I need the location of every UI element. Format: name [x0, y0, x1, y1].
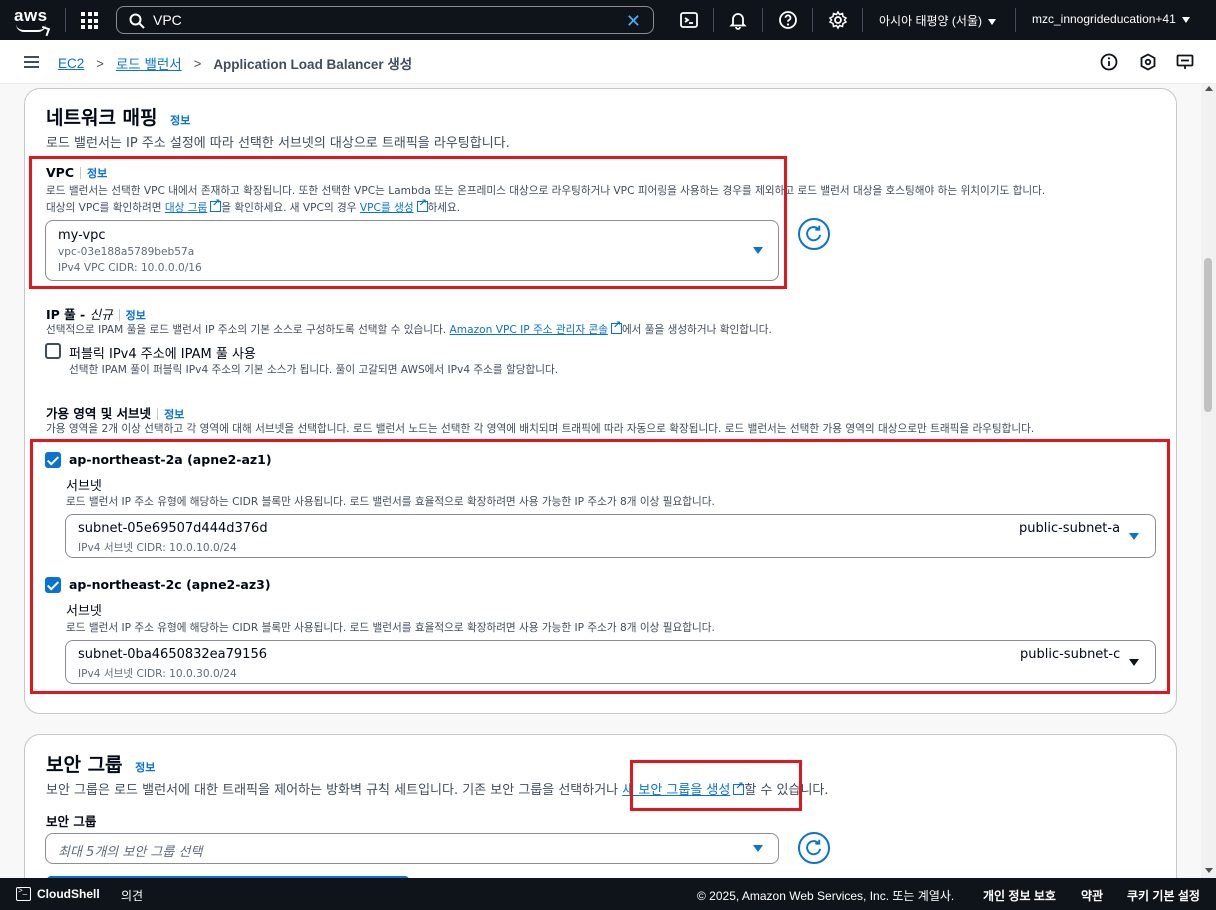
breadcrumb-load-balancers[interactable]: 로드 밸런서 — [116, 53, 182, 73]
scrollbar-track[interactable] — [1201, 84, 1216, 878]
az-info-link[interactable]: 정보 — [164, 408, 184, 421]
menu-hamburger-icon[interactable] — [24, 56, 39, 68]
notifications-bell-icon[interactable] — [728, 10, 748, 30]
nav-divider — [862, 8, 863, 32]
az-subnet-label: 가용 영역 및 서브넷 정보 — [46, 406, 185, 421]
ipam-pool-checkbox-desc: 선택한 IPAM 풀이 퍼블릭 IPv4 주소의 기본 소스가 됩니다. 풀이 … — [69, 364, 559, 376]
chevron-right-icon: > — [193, 55, 202, 71]
scroll-down-arrow-icon[interactable] — [1205, 868, 1213, 873]
privacy-link[interactable]: 개인 정보 보호 — [983, 887, 1056, 904]
account-label: mzc_innogrideducation+41 — [1032, 12, 1176, 26]
cookie-preferences-link[interactable]: 쿠키 기본 설정 — [1127, 887, 1200, 904]
region-label: 아시아 태평양 (서울) — [879, 14, 982, 28]
feedback-screen-icon[interactable] — [1176, 53, 1194, 71]
security-group-heading: 보안 그룹 정보 — [46, 750, 155, 777]
ip-pool-info-link[interactable]: 정보 — [126, 309, 146, 322]
security-group-label: 보안 그룹 — [46, 814, 97, 829]
external-link-icon — [610, 320, 622, 334]
notifications-hexagon-icon[interactable] — [1139, 53, 1157, 71]
ipam-pool-checkbox[interactable] — [45, 343, 61, 359]
breadcrumb-bar: EC2 > 로드 밸런서 > Application Load Balancer… — [0, 40, 1216, 84]
section-title: 네트워크 매핑 — [46, 107, 158, 129]
cloudshell-link[interactable]: CloudShell — [37, 887, 100, 901]
refresh-vpc-icon[interactable] — [798, 218, 830, 250]
clear-search-icon[interactable]: ✕ — [626, 11, 641, 32]
nav-divider — [812, 8, 813, 32]
caret-down-icon — [753, 845, 763, 852]
az-highlight-box — [30, 439, 1170, 694]
top-navigation: aws VPC ✕ 아시아 태평양 (서울) mzc_innogrideduca… — [0, 0, 1216, 40]
nav-divider — [762, 8, 763, 32]
breadcrumb: EC2 > 로드 밸런서 > Application Load Balancer… — [58, 53, 412, 73]
vpc-ipam-console-link[interactable]: Amazon VPC IP 주소 관리자 콘솔 — [450, 324, 608, 336]
refresh-security-group-icon[interactable] — [798, 832, 830, 864]
aws-logo-text: aws — [14, 6, 48, 25]
help-icon[interactable] — [778, 10, 798, 30]
search-input[interactable]: VPC ✕ — [116, 6, 654, 34]
security-group-placeholder: 최대 5개의 보안 그룹 선택 — [58, 845, 203, 860]
nav-divider — [1015, 8, 1016, 32]
scrollbar-thumb[interactable] — [1204, 258, 1212, 412]
region-selector[interactable]: 아시아 태평양 (서울) — [879, 12, 996, 29]
footer: CloudShell 의견 © 2025, Amazon Web Service… — [0, 878, 1216, 910]
security-info-link[interactable]: 정보 — [135, 761, 155, 774]
ip-pool-label: IP 풀 - 신규 정보 — [46, 307, 146, 322]
services-grid-icon[interactable] — [81, 12, 98, 29]
network-mapping-heading: 네트워크 매핑 정보 — [46, 103, 190, 130]
network-mapping-description: 로드 밸런서는 IP 주소 설정에 따라 선택한 서브넷의 대상으로 트래픽을 … — [46, 136, 510, 151]
aws-logo[interactable]: aws — [14, 6, 50, 34]
section-title: 보안 그룹 — [46, 754, 123, 776]
breadcrumb-ec2[interactable]: EC2 — [58, 56, 84, 71]
create-sg-highlight-box — [630, 760, 802, 811]
chevron-down-icon — [1181, 16, 1190, 23]
vpc-highlight-box — [29, 156, 787, 289]
chevron-right-icon: > — [96, 55, 104, 71]
ip-pool-description: 선택적으로 IPAM 풀을 로드 밸런서 IP 주소의 기본 소스로 구성하도록… — [46, 320, 772, 337]
network-info-link[interactable]: 정보 — [170, 114, 190, 127]
search-icon — [129, 13, 145, 29]
breadcrumb-current: Application Load Balancer 생성 — [213, 57, 413, 72]
account-menu[interactable]: mzc_innogrideducation+41 — [1032, 12, 1190, 26]
cloudshell-icon[interactable] — [16, 886, 31, 901]
scroll-up-arrow-icon[interactable] — [1205, 86, 1213, 91]
search-value: VPC — [153, 12, 182, 28]
chevron-down-icon — [987, 18, 996, 25]
info-icon[interactable] — [1100, 53, 1118, 71]
terms-link[interactable]: 약관 — [1081, 887, 1103, 904]
copyright-text: © 2025, Amazon Web Services, Inc. 또는 계열사… — [697, 889, 955, 903]
ipam-pool-checkbox-label: 퍼블릭 IPv4 주소에 IPAM 풀 사용 — [69, 347, 256, 362]
settings-gear-icon[interactable] — [828, 10, 848, 30]
az-description: 가용 영역을 2개 이상 선택하고 각 영역에 대해 서브넷을 선택합니다. 로… — [46, 423, 1035, 435]
nav-divider — [65, 8, 66, 32]
feedback-link[interactable]: 의견 — [121, 887, 143, 904]
security-group-select[interactable]: 최대 5개의 보안 그룹 선택 — [45, 833, 779, 864]
nav-divider — [713, 8, 714, 32]
cloudshell-icon[interactable] — [679, 10, 699, 30]
